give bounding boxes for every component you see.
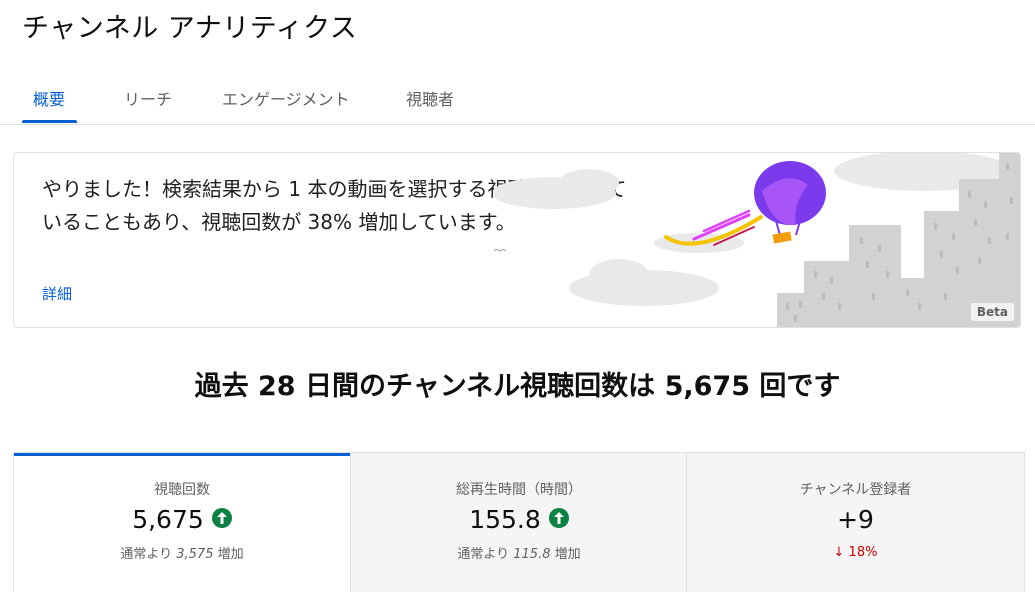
metric-change-down: ↓ 18% — [833, 545, 878, 560]
metric-value: +9 — [837, 504, 874, 534]
comparison-suffix: 増加 — [217, 547, 244, 562]
arrow-up-icon — [548, 508, 569, 528]
active-tab-indicator — [22, 120, 77, 123]
metric-comparison: 通常より 3,575 増加 — [14, 543, 350, 562]
insight-card: やりました！検索結果から 1 本の動画を選択する視聴者が増えていることもあり、視… — [13, 152, 1021, 328]
comparison-suffix: 増加 — [554, 547, 581, 562]
tab-engagement[interactable]: エンゲージメント — [222, 86, 350, 110]
metric-comparison: 通常より 115.8 増加 — [351, 543, 687, 562]
comparison-prefix: 通常より — [457, 547, 510, 562]
beta-badge: Beta — [970, 303, 1014, 321]
metric-card-watch-time[interactable]: 総再生時間（時間） 155.8 通常より 115.8 増加 — [351, 453, 687, 592]
balloon-city-illustration — [494, 153, 1020, 327]
metric-label: 視聴回数 — [154, 482, 210, 498]
metric-card-subscribers[interactable]: チャンネル登録者 +9 ↓ 18% — [687, 453, 1024, 592]
tab-bar: 概要 リーチ エンゲージメント 視聴者 — [0, 70, 1035, 125]
metric-value: 5,675 — [132, 504, 204, 534]
comparison-value: 115.8 — [513, 547, 551, 562]
tab-overview[interactable]: 概要 — [33, 86, 65, 110]
arrow-up-icon — [211, 508, 232, 528]
metric-value: 155.8 — [469, 504, 541, 534]
metric-value-row: 5,675 — [14, 503, 350, 534]
metric-value-row: +9 — [687, 503, 1024, 534]
page-title: チャンネル アナリティクス — [22, 13, 358, 44]
insight-details-link[interactable]: 詳細 — [42, 283, 72, 304]
comparison-prefix: 通常より — [120, 547, 173, 562]
metric-cards: 視聴回数 5,675 通常より 3,575 増加 総再生時間（時間） 155.8… — [13, 452, 1025, 592]
tab-audience[interactable]: 視聴者 — [406, 86, 454, 110]
views-headline: 過去 28 日間のチャンネル視聴回数は 5,675 回です — [194, 371, 841, 402]
tab-reach[interactable]: リーチ — [124, 86, 172, 110]
metric-label: チャンネル登録者 — [799, 482, 912, 498]
comparison-value: 3,575 — [176, 547, 214, 562]
metric-value-row: 155.8 — [351, 503, 687, 534]
metric-label: 総再生時間（時間） — [456, 482, 582, 498]
metric-card-views[interactable]: 視聴回数 5,675 通常より 3,575 増加 — [14, 453, 350, 592]
